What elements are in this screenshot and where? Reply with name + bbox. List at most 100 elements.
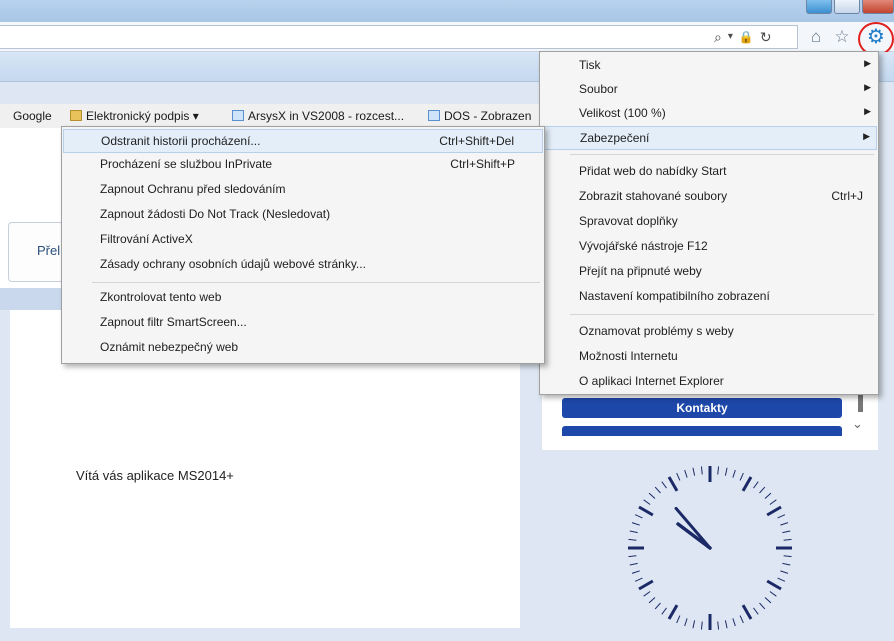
menu-item-velikost[interactable]: Velikost (100 %) ▶ — [541, 102, 877, 126]
menu-item-moznosti-internetu[interactable]: Možnosti Internetu — [541, 345, 877, 369]
menu-item-odstranit-historii[interactable]: Odstranit historii procházení... Ctrl+Sh… — [63, 129, 543, 153]
favorite-dos[interactable]: DOS - Zobrazen — [428, 109, 531, 123]
favorites-bar: Google Elektronický podpis ▾ ArsysX in V… — [0, 104, 560, 128]
clock-minor-tick — [628, 538, 637, 541]
clock-minor-tick — [764, 492, 772, 499]
menu-separator — [570, 154, 874, 155]
clock-minor-tick — [782, 562, 791, 566]
favorite-google[interactable]: Google — [13, 109, 52, 123]
menu-item-soubor[interactable]: Soubor ▶ — [541, 78, 877, 102]
menu-item-pridat-web[interactable]: Přidat web do nabídky Start — [541, 160, 877, 184]
clock-minor-tick — [634, 577, 643, 582]
clock-minor-tick — [783, 555, 792, 558]
scrollbar-thumb[interactable] — [858, 394, 863, 412]
clock-minor-tick — [759, 602, 766, 610]
title-bar — [0, 0, 894, 22]
clock-minor-tick — [739, 615, 744, 624]
clock-minor-tick — [692, 467, 696, 476]
menu-separator — [570, 314, 874, 315]
clock-minor-tick — [777, 514, 786, 519]
clock-minor-tick — [684, 618, 688, 627]
clock-major-tick — [667, 604, 679, 620]
clock-minor-tick — [783, 538, 792, 541]
nav-tab[interactable]: Přel — [8, 222, 68, 282]
favorites-star-icon[interactable]: ☆ — [832, 27, 852, 47]
clock-minor-tick — [692, 620, 696, 629]
next-menu-button[interactable] — [562, 426, 842, 436]
address-input[interactable] — [0, 25, 798, 49]
favorite-elektronicky-podpis[interactable]: Elektronický podpis ▾ — [70, 109, 199, 123]
clock-minor-tick — [732, 618, 736, 627]
clock-minor-tick — [643, 591, 651, 597]
clock-minor-tick — [661, 481, 667, 489]
clock-minor-tick — [724, 467, 728, 476]
menu-item-pripnute-weby[interactable]: Přejít na připnuté weby — [541, 260, 877, 284]
menu-item-do-not-track[interactable]: Zapnout žádosti Do Not Track (Nesledovat… — [63, 203, 543, 227]
menu-item-zasady-ochrany[interactable]: Zásady ochrany osobních údajů webové str… — [63, 253, 543, 277]
maximize-button[interactable] — [834, 0, 860, 14]
clock-minor-tick — [782, 530, 791, 534]
clock-widget — [628, 466, 792, 630]
favorite-arsysx[interactable]: ArsysX in VS2008 - rozcest... — [232, 109, 404, 123]
menu-item-smartscreen[interactable]: Zapnout filtr SmartScreen... — [63, 311, 543, 335]
clock-minor-tick — [648, 597, 656, 604]
menu-item-inprivate[interactable]: Procházení se službou InPrivate Ctrl+Shi… — [63, 153, 543, 177]
chevron-right-icon: ▶ — [863, 131, 870, 141]
close-button[interactable] — [862, 0, 894, 14]
clock-minor-tick — [700, 466, 703, 475]
clock-minor-tick — [769, 499, 777, 505]
menu-item-o-aplikaci[interactable]: O aplikaci Internet Explorer — [541, 370, 877, 394]
clock-minor-tick — [676, 472, 681, 481]
kontakty-button[interactable]: Kontakty — [562, 398, 842, 418]
menu-item-zkontrolovat-web[interactable]: Zkontrolovat tento web — [63, 286, 543, 310]
clock-minor-tick — [684, 469, 688, 478]
refresh-icon[interactable]: ↻ — [760, 28, 772, 46]
clock-minor-tick — [629, 530, 638, 534]
page-icon — [232, 110, 244, 121]
clock-minor-tick — [648, 492, 656, 499]
folder-icon — [70, 110, 82, 121]
side-panel: Kontakty ⌄ — [542, 390, 878, 450]
clock-minor-tick — [732, 469, 736, 478]
security-submenu: Odstranit historii procházení... Ctrl+Sh… — [61, 126, 545, 364]
clock-minor-tick — [764, 597, 772, 604]
clock-minor-tick — [780, 570, 789, 574]
home-icon[interactable]: ⌂ — [806, 27, 826, 47]
address-icons: ⌕ ▾ 🔒 ↻ — [714, 28, 772, 46]
tools-menu: Tisk ▶ Soubor ▶ Velikost (100 %) ▶ Zabez… — [539, 51, 879, 395]
menu-item-activex[interactable]: Filtrování ActiveX — [63, 228, 543, 252]
clock-minor-tick — [676, 615, 681, 624]
menu-item-oznamovat-problemy[interactable]: Oznamovat problémy s weby — [541, 320, 877, 344]
menu-item-kompatibilni-zobrazeni[interactable]: Nastavení kompatibilního zobrazení — [541, 285, 877, 309]
clock-minor-tick — [717, 466, 720, 475]
menu-item-stahovane-soubory[interactable]: Zobrazit stahované soubory Ctrl+J — [541, 185, 877, 209]
clock-minor-tick — [643, 499, 651, 505]
clock-minor-tick — [717, 621, 720, 630]
dropdown-icon[interactable]: ▾ — [728, 28, 733, 46]
clock-major-tick — [741, 604, 753, 620]
lock-icon[interactable]: 🔒 — [739, 28, 754, 46]
nav-tab-label: Přel — [37, 243, 61, 258]
clock-minor-tick — [654, 602, 661, 610]
menu-item-nebezpecny-web[interactable]: Oznámit nebezpečný web — [63, 336, 543, 360]
menu-item-zabezpeceni[interactable]: Zabezpečení ▶ — [541, 126, 877, 150]
chevron-right-icon: ▶ — [864, 82, 871, 92]
chevron-down-icon[interactable]: ⌄ — [852, 416, 863, 432]
page-icon — [428, 110, 440, 121]
menu-item-doplnky[interactable]: Spravovat doplňky — [541, 210, 877, 234]
menu-item-ochrana-sledovani[interactable]: Zapnout Ochranu před sledováním — [63, 178, 543, 202]
clock-minor-tick — [769, 591, 777, 597]
clock-minor-tick — [629, 562, 638, 566]
clock-minor-tick — [631, 522, 640, 526]
clock-minor-tick — [634, 514, 643, 519]
search-icon[interactable]: ⌕ — [714, 28, 722, 46]
clock-minor-tick — [631, 570, 640, 574]
menu-item-vyvojarske-nastroje[interactable]: Vývojářské nástroje F12 — [541, 235, 877, 259]
clock-minor-tick — [753, 481, 759, 489]
clock-minor-tick — [628, 555, 637, 558]
clock-minor-tick — [777, 577, 786, 582]
clock-major-tick — [638, 505, 654, 517]
menu-item-tisk[interactable]: Tisk ▶ — [541, 54, 877, 78]
clock-minor-tick — [700, 621, 703, 630]
minimize-button[interactable] — [806, 0, 832, 14]
